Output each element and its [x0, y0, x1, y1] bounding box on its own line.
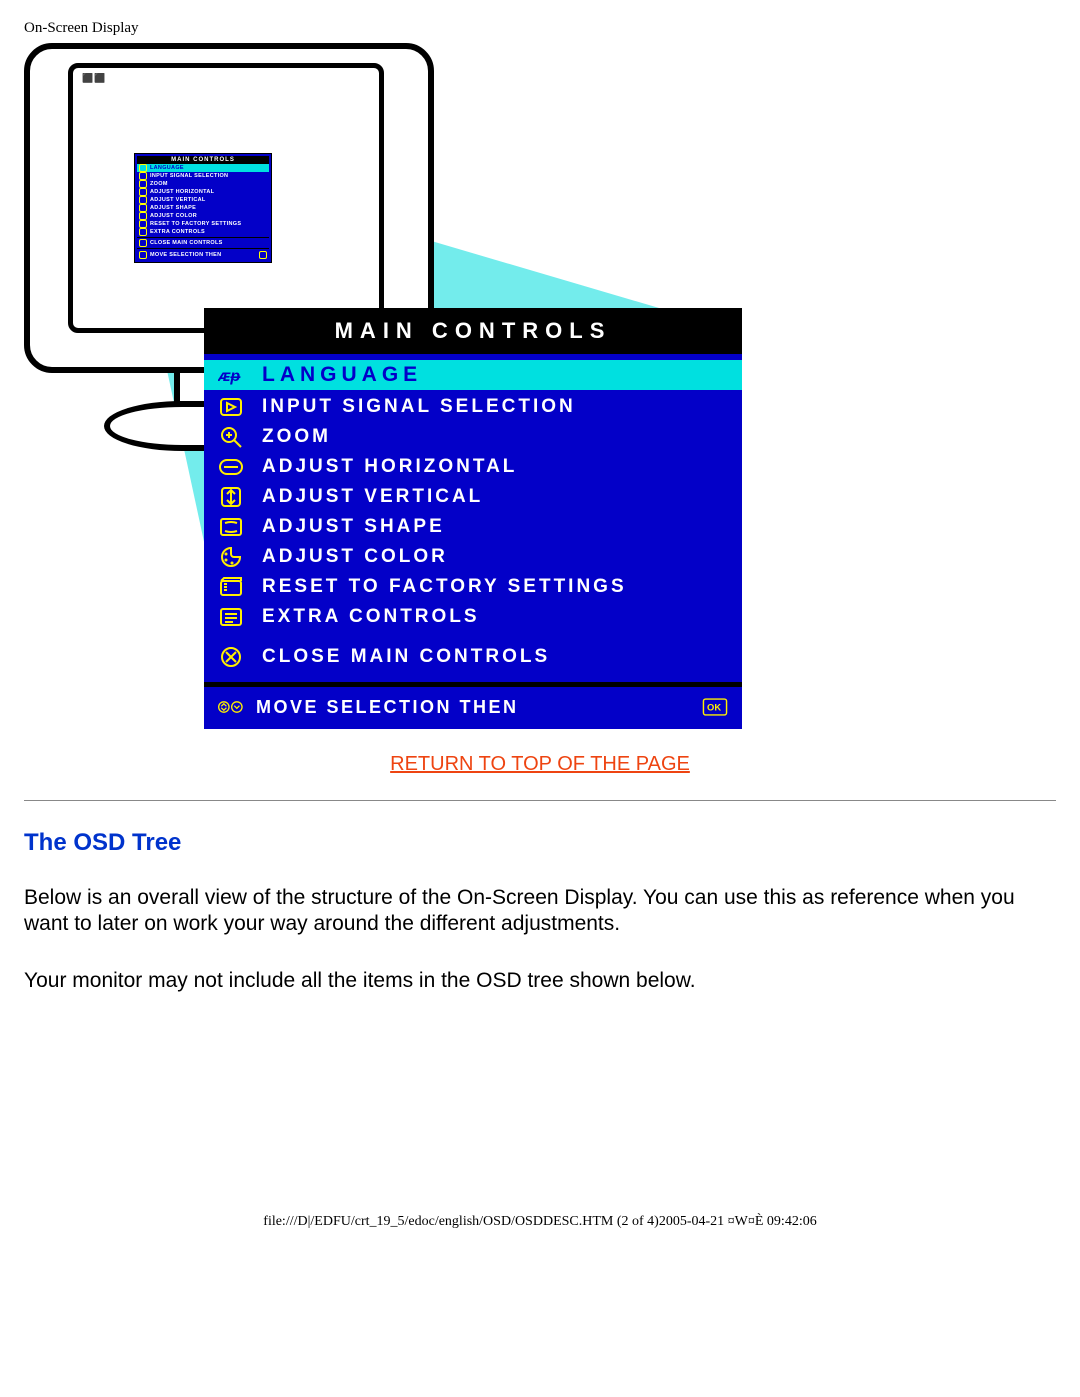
reset-icon [218, 575, 244, 599]
osd-item-extra[interactable]: EXTRA CONTROLS [204, 602, 742, 632]
osd-item-label: EXTRA CONTROLS [262, 606, 480, 628]
osd-item-label: ZOOM [262, 426, 331, 448]
footer-filepath: file:///D|/EDFU/crt_19_5/edoc/english/OS… [24, 1214, 1056, 1230]
osd-figure: ⬛⬛ MAIN CONTROLS LANGUAGE INPUT SIGNAL S… [24, 43, 764, 733]
osd-item-horiz[interactable]: ADJUST HORIZONTAL [204, 452, 742, 482]
nav-updown-icon [218, 695, 244, 719]
zoom-icon [218, 425, 244, 449]
return-top-link[interactable]: RETURN TO TOP OF THE PAGE [390, 753, 690, 775]
osd-item-label: CLOSE MAIN CONTROLS [262, 646, 550, 668]
osd-panel: MAIN CONTROLS ᴁᵽ LANGUAGE INPUT SIGNAL S… [204, 308, 742, 729]
color-icon [218, 545, 244, 569]
close-icon [218, 645, 244, 669]
osd-item-language[interactable]: ᴁᵽ LANGUAGE [204, 360, 742, 390]
osd-item-reset[interactable]: RESET TO FACTORY SETTINGS [204, 572, 742, 602]
input-icon [218, 395, 244, 419]
osd-item-vert[interactable]: ADJUST VERTICAL [204, 482, 742, 512]
osd-item-label: INPUT SIGNAL SELECTION [262, 396, 576, 418]
osd-item-input[interactable]: INPUT SIGNAL SELECTION [204, 392, 742, 422]
osd-item-label: ADJUST VERTICAL [262, 486, 483, 508]
ok-icon: OK [702, 695, 728, 719]
divider [24, 800, 1056, 801]
horiz-icon [218, 455, 244, 479]
osd-footer: MOVE SELECTION THEN OK [204, 682, 742, 729]
osd-footer-label: MOVE SELECTION THEN [256, 697, 519, 718]
section-para-1: Below is an overall view of the structur… [24, 885, 1056, 938]
section-heading: The OSD Tree [24, 829, 1056, 857]
svg-text:ᴁᵽ: ᴁᵽ [218, 368, 241, 385]
language-icon: ᴁᵽ [218, 363, 244, 387]
osd-item-close[interactable]: CLOSE MAIN CONTROLS [204, 642, 742, 672]
osd-item-label: LANGUAGE [262, 363, 422, 387]
osd-item-label: ADJUST HORIZONTAL [262, 456, 517, 478]
section-para-2: Your monitor may not include all the ite… [24, 968, 1056, 994]
osd-item-zoom[interactable]: ZOOM [204, 422, 742, 452]
osd-item-shape[interactable]: ADJUST SHAPE [204, 512, 742, 542]
mini-osd-panel: MAIN CONTROLS LANGUAGE INPUT SIGNAL SELE… [134, 153, 272, 263]
osd-item-label: RESET TO FACTORY SETTINGS [262, 576, 627, 598]
vert-icon [218, 485, 244, 509]
osd-heading: MAIN CONTROLS [204, 308, 742, 354]
osd-item-label: ADJUST SHAPE [262, 516, 445, 538]
osd-item-color[interactable]: ADJUST COLOR [204, 542, 742, 572]
shape-icon [218, 515, 244, 539]
mini-osd-heading: MAIN CONTROLS [137, 156, 269, 164]
osd-item-label: ADJUST COLOR [262, 546, 448, 568]
page-header: On-Screen Display [24, 20, 1056, 37]
svg-text:OK: OK [707, 703, 721, 713]
return-top-link-wrap: RETURN TO TOP OF THE PAGE [24, 753, 1056, 776]
extra-icon [218, 605, 244, 629]
